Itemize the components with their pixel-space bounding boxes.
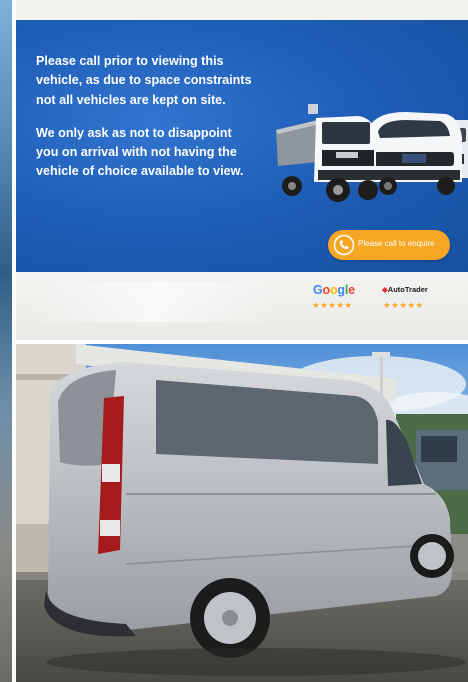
autotrader-rating-stars: ★★★★★	[383, 300, 424, 310]
previous-image-edge	[0, 0, 12, 682]
google-logo: Google	[313, 283, 355, 297]
silver-van-photo	[16, 344, 468, 682]
banner-text: Please call prior to viewing this vehicl…	[36, 52, 256, 196]
autotrader-logo: ◆AutoTrader	[382, 285, 428, 294]
trucks-illustration	[276, 104, 468, 202]
call-to-enquire-button[interactable]: Please call to enquire	[328, 230, 450, 260]
phone-icon	[333, 234, 355, 256]
banner-paragraph-1: Please call prior to viewing this vehicl…	[36, 54, 252, 107]
google-rating-stars: ★★★★★	[312, 300, 353, 310]
van-photo-card[interactable]	[16, 344, 468, 682]
call-button-label: Please call to enquire	[358, 239, 435, 248]
banner-paragraph-2: We only ask as not to disappoint you on …	[36, 125, 244, 179]
call-notice-banner: Please call prior to viewing this vehicl…	[16, 20, 468, 272]
autotrader-label: AutoTrader	[387, 285, 428, 294]
